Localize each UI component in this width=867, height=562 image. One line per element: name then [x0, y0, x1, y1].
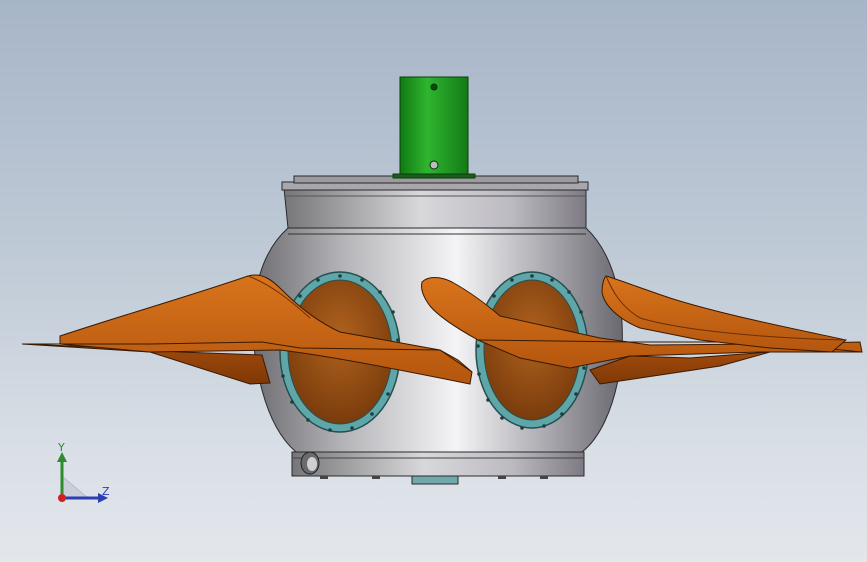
- triad-z-label: Z: [102, 485, 110, 498]
- coordinate-triad: Y Z: [48, 440, 118, 510]
- blade-right[interactable]: [601, 275, 848, 353]
- origin-dot: [58, 494, 66, 502]
- triad-y-label: Y: [58, 441, 65, 454]
- graphics-viewport[interactable]: Y Z: [0, 0, 867, 562]
- shaft[interactable]: [392, 76, 476, 179]
- turbine-runner-model[interactable]: [0, 0, 867, 562]
